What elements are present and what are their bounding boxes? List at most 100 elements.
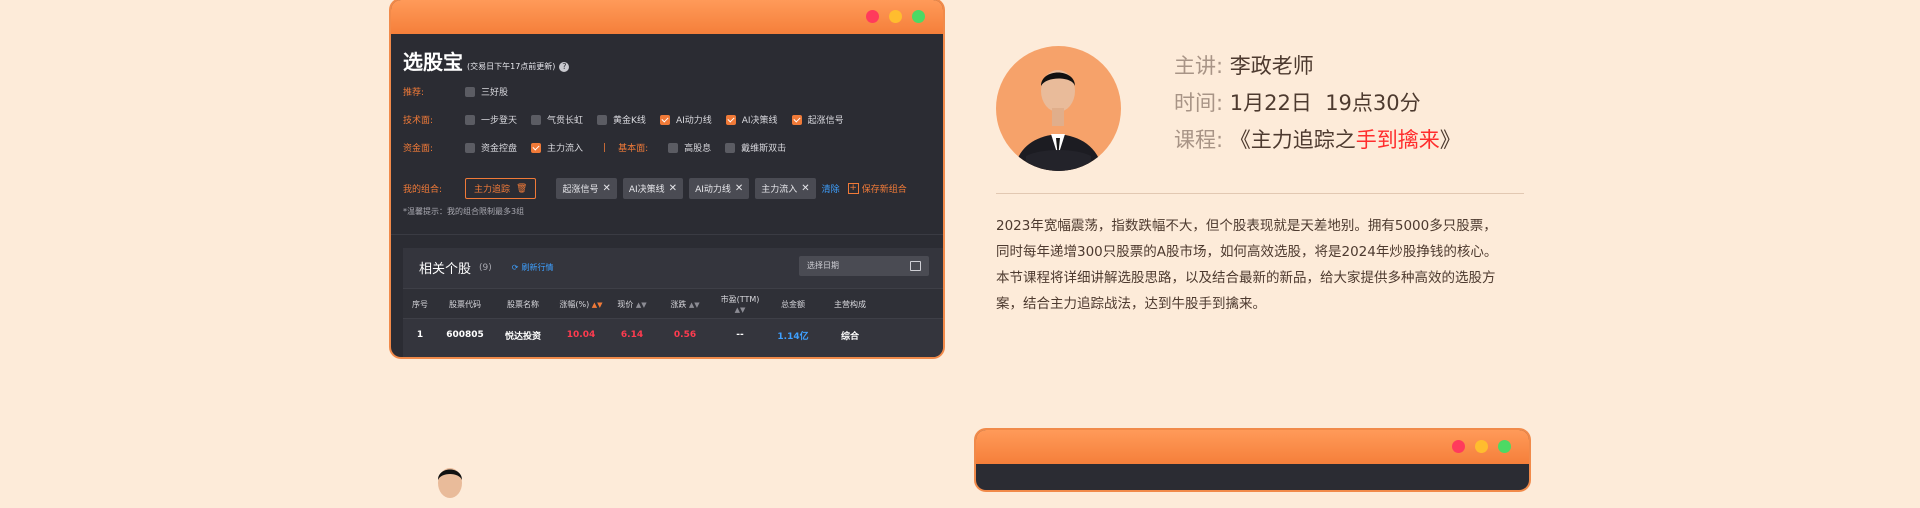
app-subtitle: (交易日下午17点前更新) bbox=[467, 62, 556, 71]
minimize-dot[interactable] bbox=[1475, 440, 1488, 453]
checkbox-box-checked[interactable] bbox=[531, 142, 542, 153]
plus-icon: + bbox=[847, 183, 859, 194]
combo-select-button[interactable]: 主力追踪 🗑 bbox=[465, 178, 537, 199]
clear-link[interactable]: 清除 bbox=[822, 182, 840, 195]
minimize-dot[interactable] bbox=[889, 10, 902, 23]
sort-icon[interactable]: ▲▼ bbox=[735, 306, 746, 314]
checkbox-box-checked[interactable] bbox=[791, 114, 802, 125]
second-avatar bbox=[425, 458, 475, 508]
checkbox-zhuliliuru[interactable]: 主力流入 bbox=[531, 141, 583, 154]
app-title: 选股宝 bbox=[403, 50, 463, 74]
checkbox-box[interactable] bbox=[668, 142, 679, 153]
date-picker[interactable]: 选择日期 bbox=[799, 256, 929, 276]
time-value: 1月22日 19点30分 bbox=[1229, 91, 1421, 115]
tip-text: *温馨提示：我的组合限制最多3组 bbox=[403, 207, 525, 216]
trash-icon[interactable]: 🗑 bbox=[516, 184, 527, 194]
time-row: 时间: 1月22日 19点30分 bbox=[1174, 87, 1421, 117]
filter-label: 技术面: bbox=[403, 116, 434, 126]
filter-label: 资金面: bbox=[403, 144, 434, 154]
checkbox-label: 起涨信号 bbox=[807, 116, 844, 126]
my-combo-row: 我的组合: 主力追踪 🗑 起涨信号 ✕ AI决策线 ✕ AI动力线 ✕ 主力流入 ✕ 清… bbox=[403, 178, 907, 199]
checkbox-huangjinkxian[interactable]: 黄金K线 bbox=[597, 113, 646, 126]
cell-name: 悦达投资 bbox=[504, 331, 541, 342]
lecturer-label: 主讲: bbox=[1174, 54, 1224, 78]
help-icon[interactable]: ? bbox=[559, 62, 570, 72]
col-header-sortable[interactable]: 涨幅(%) ▲▼ bbox=[553, 299, 609, 310]
sort-icon[interactable]: ▲▼ bbox=[636, 301, 647, 309]
calendar-icon bbox=[910, 261, 921, 271]
course-prefix: 《主力追踪之 bbox=[1229, 128, 1356, 152]
col-header-sortable[interactable]: 现价 ▲▼ bbox=[609, 299, 655, 310]
window-titlebar bbox=[391, 0, 943, 34]
cell-change: 0.56 bbox=[673, 330, 697, 340]
course-label: 课程: bbox=[1174, 128, 1224, 152]
checkbox-box[interactable] bbox=[465, 86, 475, 97]
checkbox-ai-dongli[interactable]: AI动力线 bbox=[659, 113, 712, 126]
save-combo-label: 保存新组合 bbox=[861, 185, 907, 195]
checkbox-qizhang[interactable]: 起涨信号 bbox=[791, 113, 844, 126]
checkbox-box[interactable] bbox=[531, 114, 542, 125]
panel-count: (9) bbox=[479, 262, 492, 273]
combo-button-label: 主力追踪 bbox=[474, 185, 511, 195]
chip-label: AI动力线 bbox=[695, 185, 731, 195]
checkbox-label: 高股息 bbox=[684, 144, 712, 154]
course-description: 2023年宽幅震荡，指数跌幅不大，但个股表现就是天差地别。拥有5000多只股票，… bbox=[996, 213, 1526, 317]
lecturer-photo bbox=[1014, 70, 1103, 171]
col-header-label: 涨幅(%) bbox=[559, 299, 590, 309]
checkbox-qiguanchanghong[interactable]: 气贯长虹 bbox=[531, 113, 583, 126]
table-header: 序号 股票代码 股票名称 涨幅(%) ▲▼ 现价 ▲▼ 涨跌 ▲▼ 市盈(TTM… bbox=[403, 288, 943, 319]
checkbox-yibudengtian[interactable]: 一步登天 bbox=[465, 113, 517, 126]
filter-label: 基本面: bbox=[618, 144, 649, 154]
col-header-sortable[interactable]: 涨跌 ▲▼ bbox=[655, 299, 715, 310]
col-header: 股票代码 bbox=[449, 299, 481, 309]
checkbox-label: 气贯长虹 bbox=[547, 116, 584, 126]
checkbox-box-checked[interactable] bbox=[725, 114, 736, 125]
close-dot[interactable] bbox=[866, 10, 879, 23]
checkbox-gaogux[interactable]: 高股息 bbox=[668, 141, 711, 154]
description-line: 案，结合主力追踪战法，达到牛股手到擒来。 bbox=[996, 296, 1266, 312]
cell-pe: -- bbox=[736, 330, 744, 340]
refresh-button[interactable]: ⟳ 刷新行情 bbox=[512, 262, 554, 273]
sort-icon[interactable]: ▲▼ bbox=[592, 301, 603, 309]
col-header-label: 现价 bbox=[617, 299, 634, 309]
checkbox-box[interactable] bbox=[465, 142, 475, 153]
cell-business: 综合 bbox=[840, 331, 859, 342]
checkbox-box-checked[interactable] bbox=[659, 114, 670, 125]
cell-index: 1 bbox=[416, 330, 424, 340]
close-dot[interactable] bbox=[1452, 440, 1465, 453]
checkbox-ai-juece[interactable]: AI决策线 bbox=[725, 113, 778, 126]
panel-title: 相关个股 bbox=[419, 262, 472, 277]
checkbox-label: 主力流入 bbox=[547, 144, 584, 154]
checkbox-sanhaogu[interactable]: 三好股 bbox=[465, 85, 508, 98]
checkbox-daiwei[interactable]: 戴维斯双击 bbox=[725, 141, 786, 154]
col-header-label: 涨跌 bbox=[670, 299, 687, 309]
checkbox-box[interactable] bbox=[597, 114, 608, 125]
close-icon[interactable]: ✕ bbox=[735, 183, 743, 194]
refresh-label: 刷新行情 bbox=[521, 263, 554, 272]
close-icon[interactable]: ✕ bbox=[801, 183, 809, 194]
cell-code: 600805 bbox=[446, 330, 484, 340]
close-icon[interactable]: ✕ bbox=[602, 183, 610, 194]
maximize-dot[interactable] bbox=[1498, 440, 1511, 453]
checkbox-label: 三好股 bbox=[481, 88, 509, 98]
sort-icon[interactable]: ▲▼ bbox=[689, 301, 700, 309]
chip-ai-dongli: AI动力线 ✕ bbox=[689, 178, 750, 199]
checkbox-label: 一步登天 bbox=[481, 116, 518, 126]
maximize-dot[interactable] bbox=[912, 10, 925, 23]
checkbox-box[interactable] bbox=[725, 142, 736, 153]
col-header-sortable[interactable]: 市盈(TTM) ▲▼ bbox=[715, 294, 765, 314]
save-combo-button[interactable]: + 保存新组合 bbox=[847, 182, 907, 195]
checkbox-box[interactable] bbox=[465, 114, 475, 125]
checkbox-label: AI决策线 bbox=[741, 116, 778, 126]
filter-label: 推荐: bbox=[403, 88, 425, 98]
checkbox-label: 戴维斯双击 bbox=[741, 144, 787, 154]
col-header: 股票名称 bbox=[507, 299, 539, 309]
chip-ai-juece: AI决策线 ✕ bbox=[622, 178, 684, 199]
table-row[interactable]: 1 600805 悦达投资 10.04 6.14 0.56 -- 1.14亿 综… bbox=[403, 318, 943, 351]
second-photo bbox=[438, 468, 462, 498]
cell-amount: 1.14亿 bbox=[777, 331, 809, 342]
checkbox-zijinkongpan[interactable]: 资金控盘 bbox=[465, 141, 517, 154]
close-icon[interactable]: ✕ bbox=[669, 183, 677, 194]
col-header: 主营构成 bbox=[834, 299, 866, 309]
description-line: 本节课程将详细讲解选股思路，以及结合最新的新品，给大家提供多种高效的选股方 bbox=[996, 270, 1496, 286]
